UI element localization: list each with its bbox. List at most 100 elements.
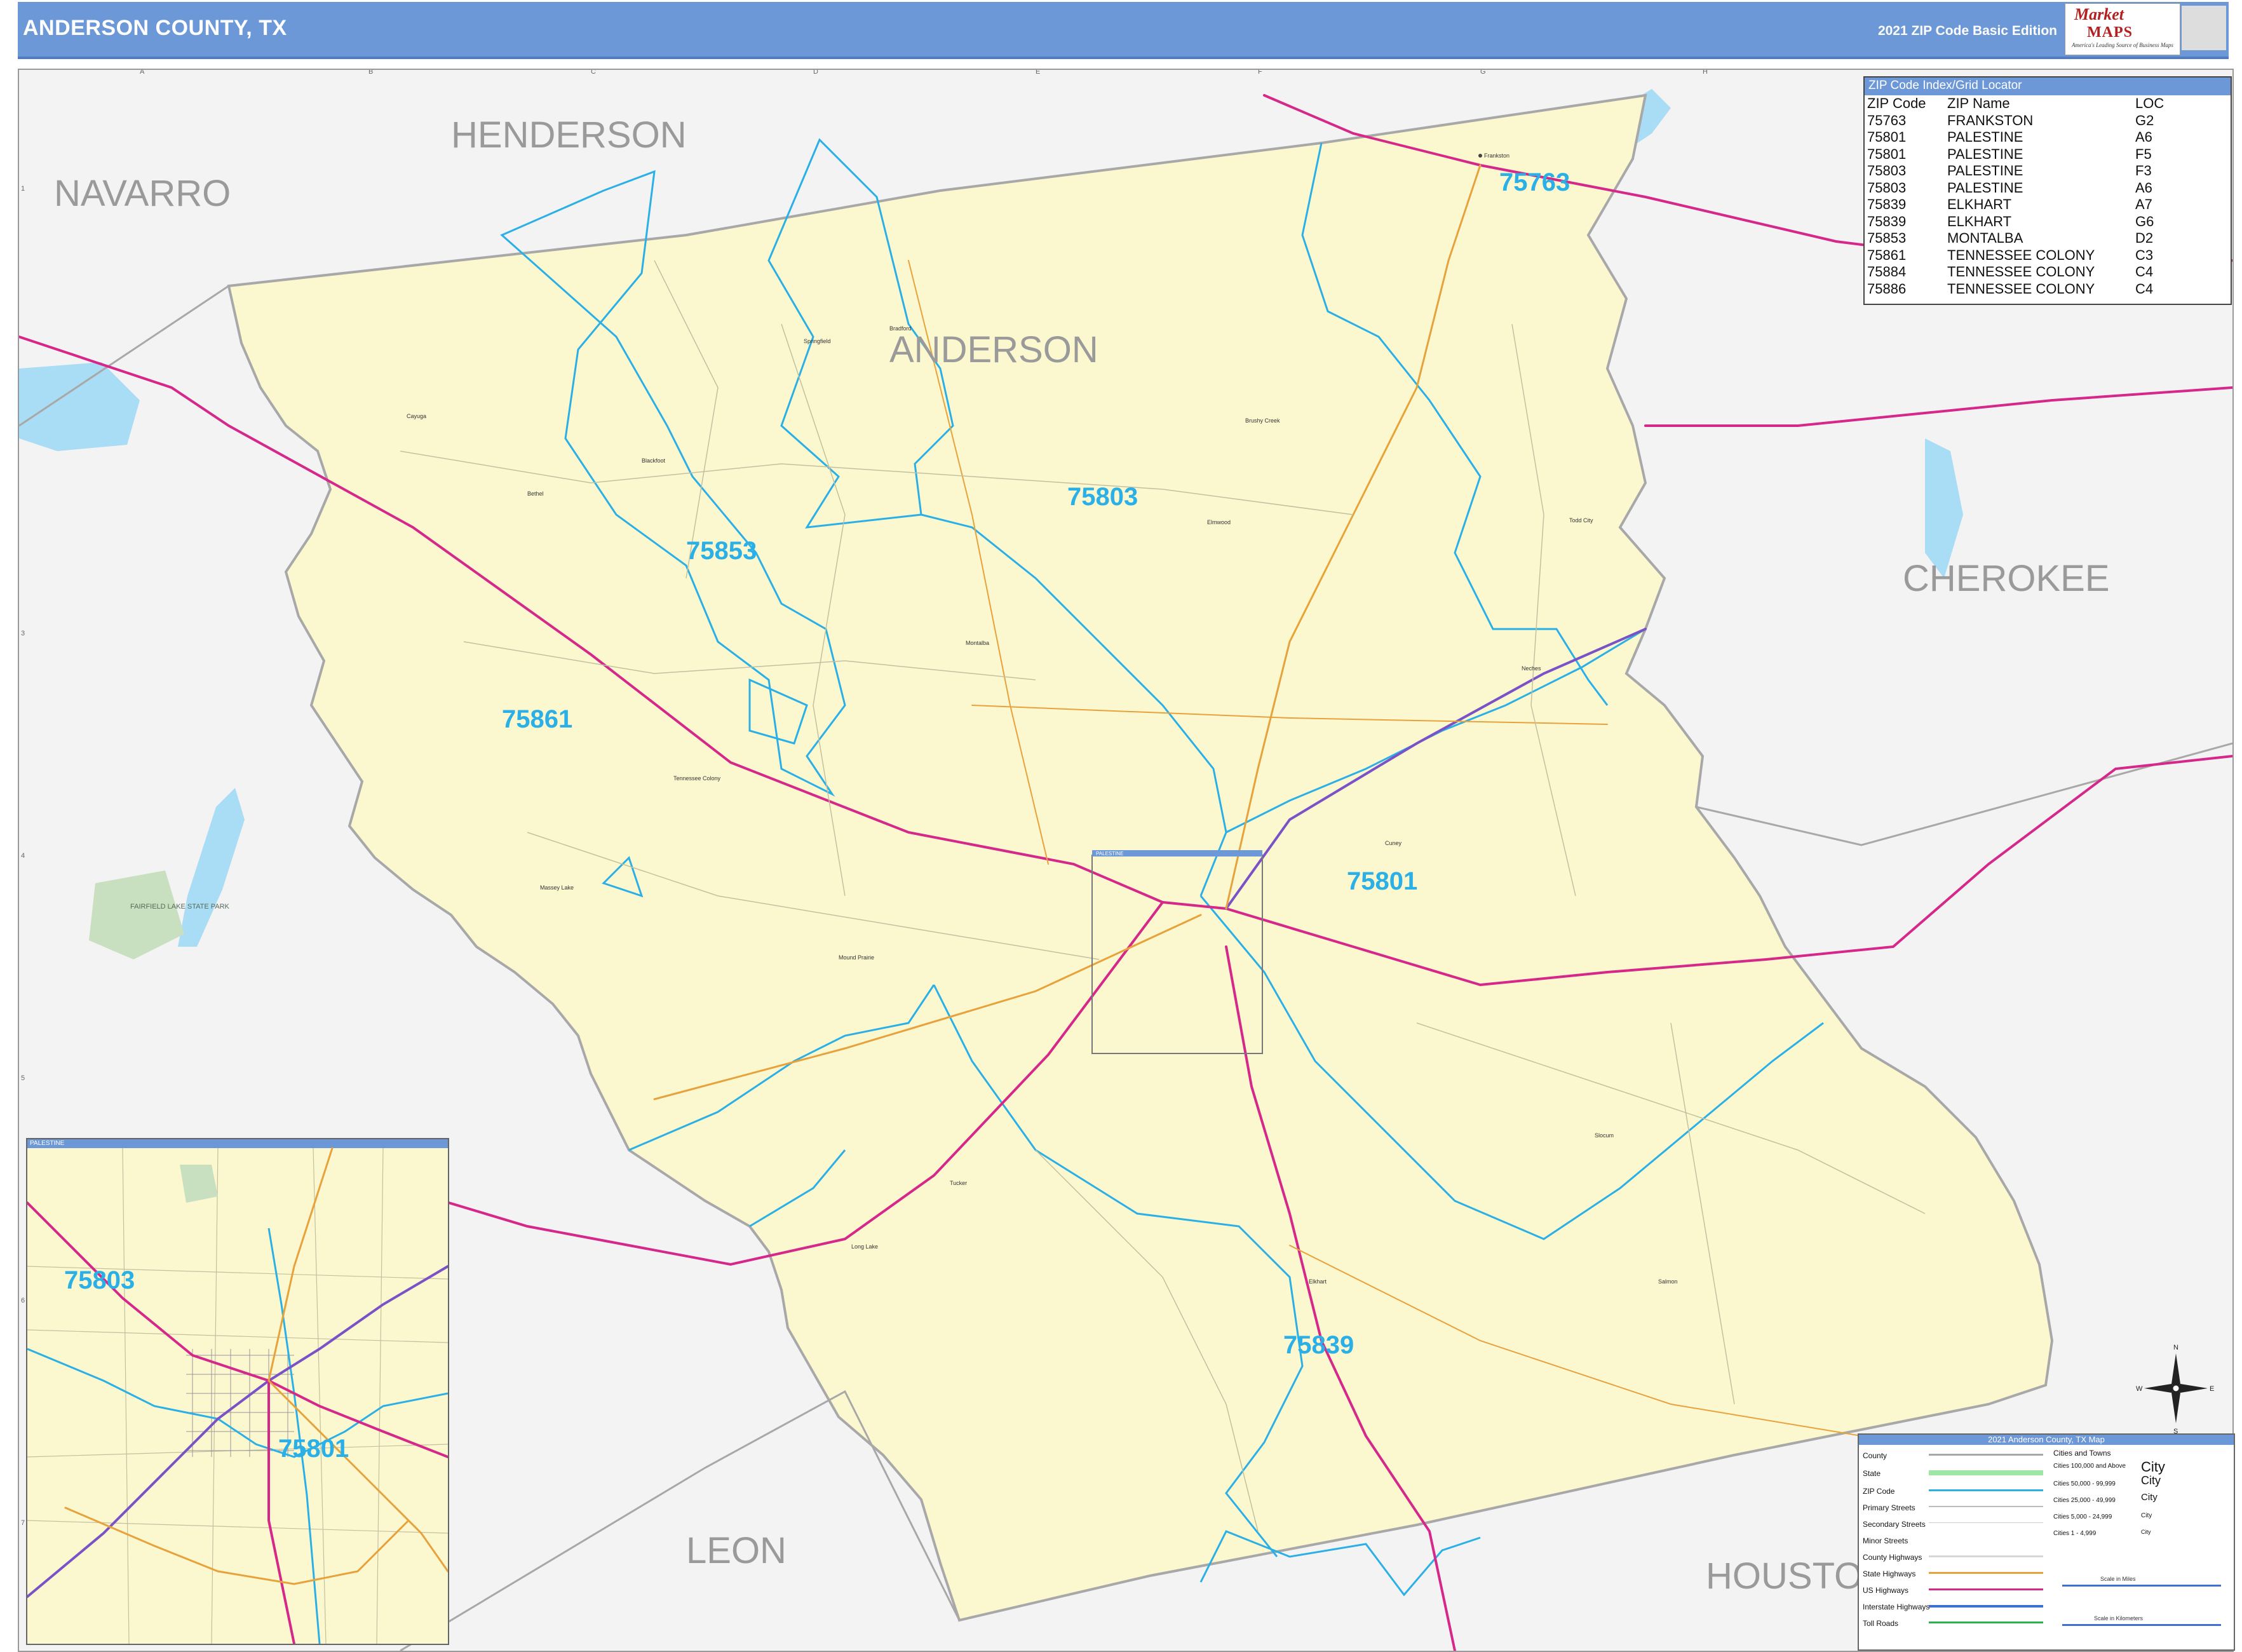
table-row[interactable]: 75801 PALESTINE A6 bbox=[1867, 129, 2168, 146]
table-row[interactable]: 75886 TENNESSEE COLONY C4 bbox=[1867, 281, 2168, 298]
grid-row-6: 6 bbox=[21, 1297, 25, 1304]
name-cell: TENNESSEE COLONY bbox=[1947, 280, 2095, 297]
legend-swatch-county-hwy bbox=[1929, 1555, 2043, 1557]
grid-col-h: H bbox=[1703, 70, 1708, 76]
name-cell: FRANKSTON bbox=[1947, 112, 2034, 128]
name-cell: TENNESSEE COLONY bbox=[1947, 264, 2095, 280]
map-title: ANDERSON COUNTY, TX bbox=[23, 16, 287, 40]
grid-row-1: 1 bbox=[21, 185, 25, 193]
town-label-long-lake[interactable]: Long Lake bbox=[851, 1243, 878, 1250]
town-label-blackfoot[interactable]: Blackfoot bbox=[642, 457, 666, 464]
loc-cell: F3 bbox=[2135, 163, 2152, 179]
loc-cell: D2 bbox=[2135, 230, 2154, 246]
town-label-elmwood[interactable]: Elmwood bbox=[1207, 519, 1231, 525]
legend-swatch-secondary bbox=[1929, 1522, 2043, 1523]
legend-swatch-primary bbox=[1929, 1506, 2043, 1507]
town-label-springfield[interactable]: Springfield bbox=[804, 338, 831, 344]
legend-city-class-2: Cities 50,000 - 99,999 bbox=[2053, 1480, 2116, 1487]
town-label-cayuga[interactable]: Cayuga bbox=[407, 413, 426, 419]
county-label-henderson: HENDERSON bbox=[451, 114, 687, 156]
county-label-leon: LEON bbox=[686, 1530, 787, 1571]
legend-swatch-toll bbox=[1929, 1622, 2043, 1623]
name-cell: ELKHART bbox=[1947, 196, 2012, 212]
table-row[interactable]: 75801 PALESTINE F5 bbox=[1867, 146, 2168, 163]
zip-cell: 75884 bbox=[1867, 264, 1907, 280]
name-cell: MONTALBA bbox=[1947, 230, 2023, 246]
zip-cell: 75801 bbox=[1867, 129, 1907, 145]
grid-row-4: 4 bbox=[21, 852, 25, 860]
table-row[interactable]: 75763 FRANKSTON G2 bbox=[1867, 112, 2168, 130]
zip-label-75839: 75839 bbox=[1283, 1331, 1354, 1359]
town-label-todd-city[interactable]: Todd City bbox=[1569, 517, 1593, 524]
lake-east bbox=[1925, 438, 1963, 578]
table-row[interactable]: 75861 TENNESSEE COLONY C3 bbox=[1867, 247, 2168, 264]
name-cell: PALESTINE bbox=[1947, 163, 2023, 179]
grid-col-b: B bbox=[368, 70, 373, 76]
table-row[interactable]: 75884 TENNESSEE COLONY C4 bbox=[1867, 264, 2168, 281]
zip-index-grid: ZIP Code ZIP Name LOC 75763 FRANKSTON G2 7… bbox=[1867, 95, 2168, 297]
town-label-frankston[interactable]: Frankston bbox=[1484, 152, 1509, 159]
town-label-tucker[interactable]: Tucker bbox=[950, 1180, 967, 1186]
town-label-mound-prairie[interactable]: Mound Prairie bbox=[839, 954, 874, 961]
legend-swatch-us-hwy bbox=[1929, 1588, 2043, 1590]
legend-item-county: County bbox=[1863, 1451, 1887, 1460]
zip-cell: 75861 bbox=[1867, 247, 1907, 263]
table-row[interactable]: 75839 ELKHART A7 bbox=[1867, 196, 2168, 213]
legend-cities-title: Cities and Towns bbox=[2053, 1449, 2111, 1458]
legend-scale-bar-miles bbox=[2062, 1585, 2221, 1587]
inset-svg[interactable]: 75803 75801 bbox=[27, 1139, 448, 1644]
table-row[interactable]: 75803 PALESTINE F3 bbox=[1867, 163, 2168, 180]
legend-city-class-5: Cities 1 - 4,999 bbox=[2053, 1530, 2097, 1537]
town-label-elkhart[interactable]: Elkhart bbox=[1309, 1278, 1327, 1285]
legend-swatch-county bbox=[1929, 1454, 2043, 1456]
zip-cell: 75886 bbox=[1867, 280, 1907, 297]
table-row[interactable]: 75853 MONTALBA D2 bbox=[1867, 230, 2168, 247]
table-row[interactable]: 75803 PALESTINE A6 bbox=[1867, 180, 2168, 197]
palestine-inset-map[interactable]: PALESTINE 75803 75801 bbox=[26, 1138, 449, 1645]
grid-row-5: 5 bbox=[21, 1074, 25, 1082]
grid-row-3: 3 bbox=[21, 630, 25, 637]
town-label-slocum[interactable]: Slocum bbox=[1595, 1132, 1614, 1139]
inset-zip-label-75803: 75803 bbox=[64, 1266, 135, 1294]
palestine-frame-label: PALESTINE bbox=[1096, 851, 1123, 856]
town-label-tennessee-colony[interactable]: Tennessee Colony bbox=[673, 775, 721, 782]
table-row[interactable]: 75839 ELKHART G6 bbox=[1867, 213, 2168, 231]
town-label-montalba[interactable]: Montalba bbox=[966, 640, 989, 646]
grid-col-f: F bbox=[1258, 70, 1262, 76]
contact-info bbox=[2182, 6, 2226, 50]
legend-city-sample-1: City bbox=[2141, 1459, 2165, 1475]
compass-rose-icon: N S W E bbox=[2136, 1344, 2214, 1435]
title-bar: ANDERSON COUNTY, TX 2021 ZIP Code Basic … bbox=[18, 2, 2229, 59]
zip-label-75763: 75763 bbox=[1499, 168, 1570, 196]
lake-west bbox=[19, 362, 140, 451]
legend-item-minor: Minor Streets bbox=[1863, 1536, 1908, 1545]
anderson-county-area[interactable] bbox=[227, 93, 2054, 1622]
loc-cell: A6 bbox=[2135, 179, 2152, 196]
market-maps-logo[interactable]: Market MAPS America's Leading Source of … bbox=[2065, 3, 2180, 55]
town-label-massey-lake[interactable]: Massey Lake bbox=[540, 884, 574, 891]
legend-city-sample-4: City bbox=[2141, 1512, 2152, 1519]
name-cell: TENNESSEE COLONY bbox=[1947, 247, 2095, 263]
legend-city-class-1: Cities 100,000 and Above bbox=[2053, 1463, 2126, 1470]
legend-item-primary: Primary Streets bbox=[1863, 1503, 1915, 1512]
grid-col-a: A bbox=[140, 70, 145, 76]
legend-city-sample-2: City bbox=[2141, 1474, 2161, 1487]
zip-index-col-loc: LOC bbox=[2135, 95, 2164, 111]
town-label-neches[interactable]: Neches bbox=[1522, 665, 1541, 672]
town-label-bethel[interactable]: Bethel bbox=[527, 491, 544, 497]
town-label-cuney[interactable]: Cuney bbox=[1385, 840, 1402, 846]
grid-row-7: 7 bbox=[21, 1519, 25, 1527]
zip-cell: 75803 bbox=[1867, 179, 1907, 196]
town-label-salmon[interactable]: Salmon bbox=[1658, 1278, 1678, 1285]
legend-city-sample-3: City bbox=[2141, 1492, 2158, 1503]
town-marker-frankston bbox=[1478, 154, 1482, 158]
legend-scale-bar-km bbox=[2062, 1624, 2221, 1626]
state-park-area bbox=[89, 870, 184, 959]
zip-index-title: ZIP Code Index/Grid Locator bbox=[1865, 78, 2231, 95]
town-label-brushy-creek[interactable]: Brushy Creek bbox=[1245, 417, 1280, 424]
legend-item-county-hwy: County Highways bbox=[1863, 1553, 1922, 1562]
town-label-bradford[interactable]: Bradford bbox=[889, 325, 912, 332]
zip-cell: 75801 bbox=[1867, 146, 1907, 162]
loc-cell: F5 bbox=[2135, 146, 2152, 162]
legend-swatch-state-hwy bbox=[1929, 1572, 2043, 1574]
